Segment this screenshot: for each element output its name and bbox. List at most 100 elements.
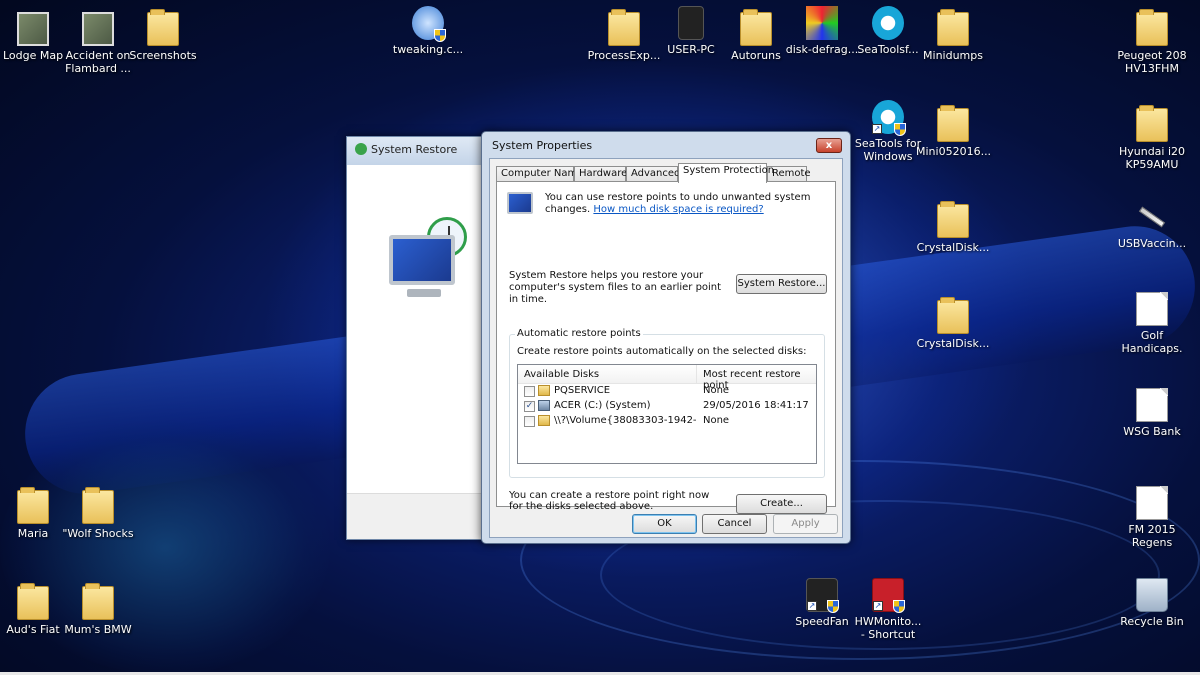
desktop-icon-wsg-bank[interactable]: WSG Bank (1115, 388, 1189, 438)
system-restore-titlebar[interactable]: System Restore (347, 137, 495, 165)
tab-system-protection[interactable]: System Protection (678, 163, 774, 183)
desktop-icon-autoruns[interactable]: Autoruns (719, 8, 793, 62)
list-header: Available Disks Most recent restore poin… (518, 365, 816, 391)
shortcut-arrow-icon: ↗ (872, 124, 882, 134)
folder-icon (82, 583, 114, 620)
desktop-icon-usbvaccin[interactable]: USBVaccin... (1115, 200, 1189, 250)
folder-icon (1136, 105, 1168, 142)
apply-button[interactable]: Apply (773, 514, 838, 534)
folder-icon (937, 201, 969, 238)
intro-text: You can use restore points to undo unwan… (545, 192, 811, 215)
folder-icon (538, 385, 550, 396)
folder-icon (937, 105, 969, 142)
desktop-icon-golf-handicaps[interactable]: Golf Handicaps. (1115, 292, 1189, 355)
folder-icon (538, 415, 550, 426)
monitor-stand (407, 289, 441, 297)
column-available-disks[interactable]: Available Disks (524, 369, 599, 380)
app-icon: ↗ (872, 100, 906, 136)
dialog-body: Computer Name Hardware Advanced System P… (489, 158, 843, 538)
disk-checkbox[interactable] (524, 386, 535, 397)
disk-checkbox[interactable] (524, 416, 535, 427)
desktop-icon-peugeot-208[interactable]: Peugeot 208 HV13FHM (1115, 8, 1189, 75)
disk-row-volume[interactable]: \\?\Volume{38083303-1942-11... None (518, 414, 816, 429)
desktop-icon-seatools-for-windows[interactable]: ↗ SeaTools for Windows (851, 100, 925, 163)
computer-icon (678, 6, 704, 40)
shield-icon (827, 600, 839, 613)
folder-icon (147, 9, 179, 46)
app-icon: ↗ (872, 578, 905, 613)
folder-icon (17, 487, 49, 524)
app-icon: ↗ (806, 578, 839, 613)
desktop-icon-mini052016[interactable]: Mini052016... (916, 104, 991, 158)
photo-icon (17, 12, 49, 46)
create-restore-point-description: You can create a restore point right now… (509, 490, 710, 512)
app-icon (806, 6, 838, 40)
app-icon (872, 6, 904, 40)
disk-row-pqservice[interactable]: PQSERVICE None (518, 384, 816, 399)
shortcut-arrow-icon: ↗ (873, 601, 883, 611)
tab-computer-name[interactable]: Computer Name (496, 166, 583, 182)
folder-icon (937, 297, 969, 334)
folder-icon (82, 487, 114, 524)
syringe-icon (1138, 206, 1166, 228)
desktop-icon-minidumps[interactable]: Minidumps (916, 8, 990, 62)
disk-checkbox-checked[interactable]: ✓ (524, 401, 535, 412)
close-button[interactable]: x (816, 138, 842, 153)
system-protection-icon (507, 192, 533, 214)
document-icon (1136, 486, 1168, 520)
desktop-icon-crystaldisk-1[interactable]: CrystalDisk... (916, 200, 990, 254)
desktop-icon-seatoolsf[interactable]: SeaToolsf... (851, 6, 925, 56)
system-restore-icon (355, 143, 367, 155)
system-restore-button[interactable]: System Restore... (736, 274, 827, 294)
system-protection-panel: You can use restore points to undo unwan… (496, 181, 836, 514)
shield-icon (893, 600, 905, 613)
system-restore-description: System Restore helps you restore your co… (509, 270, 722, 305)
document-icon (1136, 388, 1168, 422)
desktop-icon-speedfan[interactable]: ↗ SpeedFan (785, 578, 859, 628)
desktop-icon-hwmonitor-shortcut[interactable]: ↗ HWMonito... - Shortcut (851, 578, 925, 641)
photo-icon (82, 12, 114, 46)
desktop-icon-accident-on-flambard[interactable]: Accident on Flambard ... (61, 12, 135, 75)
recycle-bin-icon (1136, 578, 1168, 612)
desktop-icon-screenshots[interactable]: Screenshots (126, 8, 200, 62)
desktop-icon-auds-fiat[interactable]: Aud's Fiat (0, 582, 70, 636)
desktop-icon-hyundai-i20[interactable]: Hyundai i20 KP59AMU (1115, 104, 1189, 171)
available-disks-list[interactable]: Available Disks Most recent restore poin… (517, 364, 817, 464)
desktop-icon-processexp[interactable]: ProcessExp... (587, 8, 661, 62)
dialog-titlebar[interactable]: System Properties (482, 132, 850, 158)
folder-icon (740, 9, 772, 46)
group-description: Create restore points automatically on t… (517, 346, 807, 357)
group-title: Automatic restore points (515, 328, 643, 339)
system-restore-footer (347, 493, 495, 539)
desktop-icon-fm-2015-regens[interactable]: FM 2015 Regens (1115, 486, 1189, 549)
document-icon (1136, 292, 1168, 326)
system-restore-window[interactable]: System Restore (346, 136, 496, 540)
column-separator (696, 365, 697, 384)
desktop-icon-mums-bmw[interactable]: Mum's BMW (61, 582, 135, 636)
desktop-icon-maria[interactable]: Maria (0, 486, 70, 540)
folder-icon (937, 9, 969, 46)
create-button[interactable]: Create... (736, 494, 827, 514)
desktop-icon-crystaldisk-2[interactable]: CrystalDisk... (916, 296, 990, 350)
disk-space-help-link[interactable]: How much disk space is required? (593, 204, 763, 215)
close-icon: x (825, 140, 833, 151)
desktop-icon-lodge-map[interactable]: Lodge Map (0, 12, 70, 62)
folder-icon (1136, 9, 1168, 46)
monitor-icon (389, 235, 455, 285)
system-properties-dialog[interactable]: System Properties x Computer Name Hardwa… (481, 131, 851, 544)
ok-button[interactable]: OK (632, 514, 697, 534)
disk-row-acer-c[interactable]: ✓ ACER (C:) (System) 29/05/2016 18:41:17 (518, 399, 816, 414)
system-restore-sidebar (347, 165, 495, 495)
cancel-button[interactable]: Cancel (702, 514, 767, 534)
desktop-icon-recycle-bin[interactable]: Recycle Bin (1115, 578, 1189, 628)
desktop-icon-wolf-shocks[interactable]: "Wolf Shocks (61, 486, 135, 540)
app-icon (412, 6, 446, 42)
desktop-icon-disk-defrag[interactable]: disk-defrag... (785, 6, 859, 56)
desktop-icon-tweaking[interactable]: tweaking.c... (391, 6, 465, 56)
dialog-title: System Properties (492, 139, 593, 152)
tab-hardware[interactable]: Hardware (574, 166, 627, 182)
folder-icon (608, 9, 640, 46)
shield-icon (894, 123, 906, 136)
desktop-icon-user-pc[interactable]: USER-PC (654, 6, 728, 56)
tab-advanced[interactable]: Advanced (626, 166, 680, 182)
